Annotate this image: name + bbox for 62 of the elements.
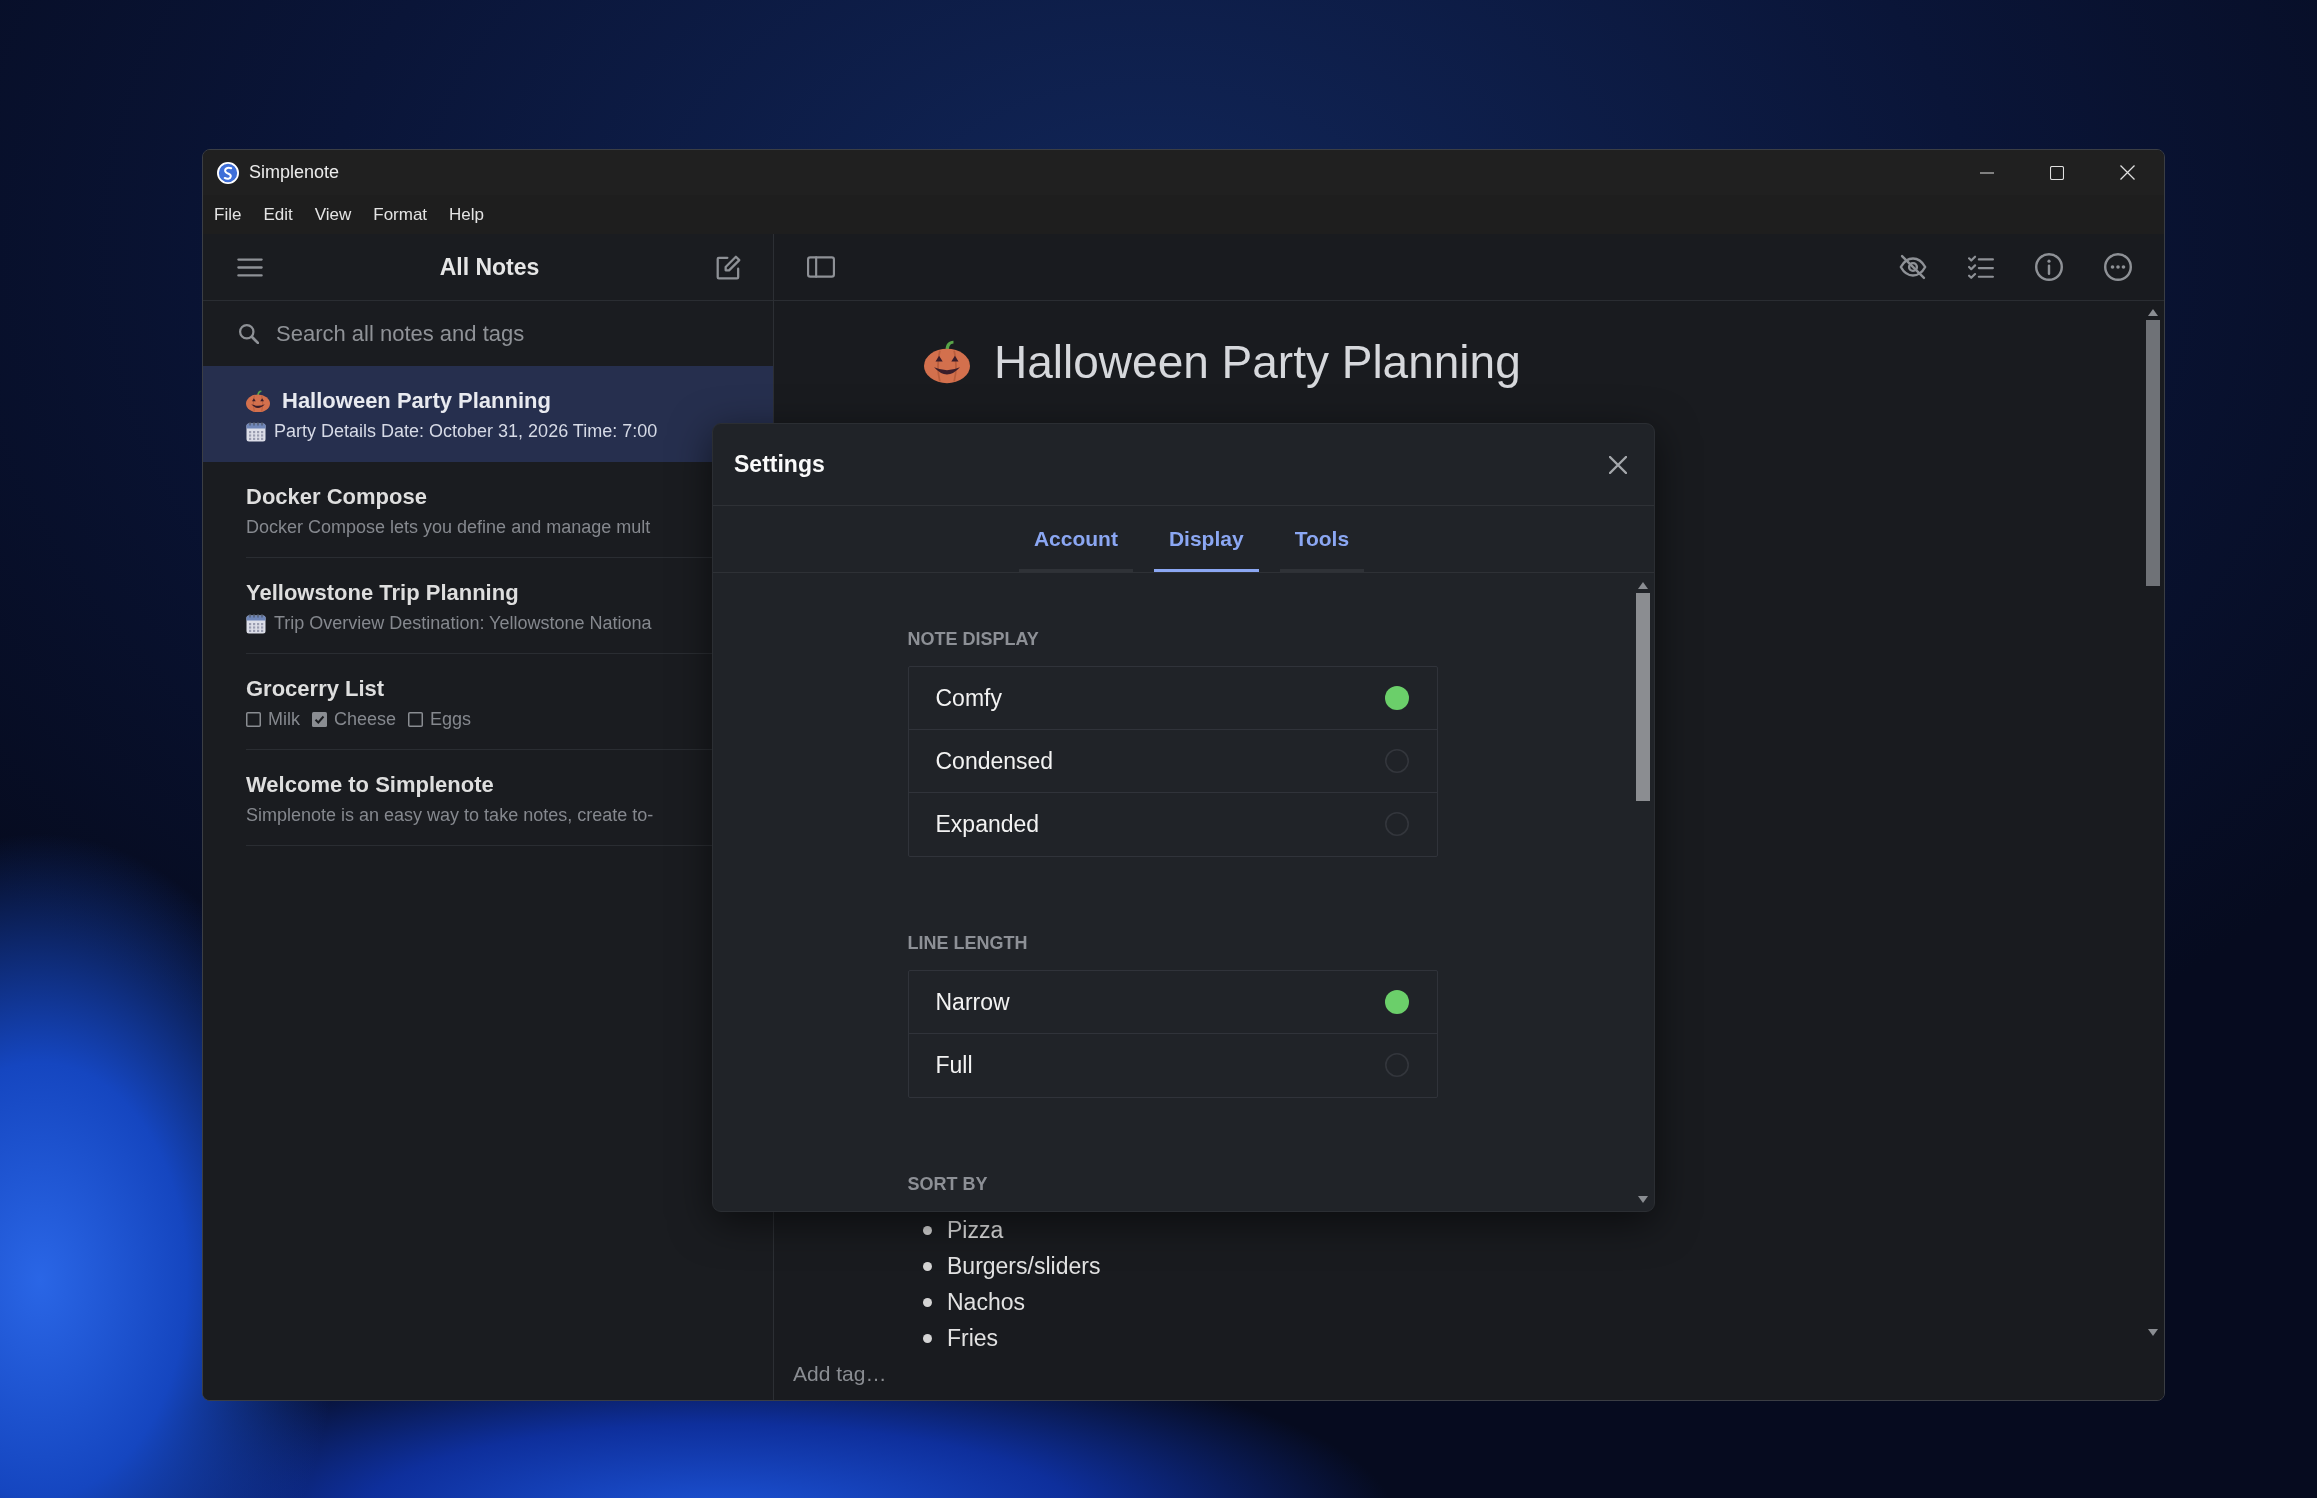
option-row[interactable]: Full xyxy=(908,1034,1437,1097)
sidebar-icon xyxy=(807,256,835,278)
search-icon xyxy=(239,323,259,344)
option-row[interactable]: Expanded xyxy=(908,793,1437,856)
scroll-up-icon[interactable] xyxy=(2148,309,2158,316)
maximize-icon xyxy=(2050,165,2064,180)
eye-slash-icon xyxy=(1899,254,1927,280)
bullet-icon xyxy=(923,1333,932,1343)
search-field[interactable]: Search all notes and tags xyxy=(276,316,733,351)
bullet-icon xyxy=(923,1297,932,1307)
scroll-up-icon[interactable] xyxy=(1638,582,1648,589)
checklist-item-text: Eggs xyxy=(430,709,472,730)
note-title: Yellowstone Trip Planning xyxy=(246,580,519,606)
minimize-icon xyxy=(1980,171,1994,174)
note-preview: Party Details Date: October 31, 2026 Time: 7:00 xyxy=(274,421,658,442)
scrollbar-thumb[interactable] xyxy=(1636,593,1650,801)
sidebar-title: All Notes xyxy=(438,253,541,281)
section-heading: SORT BY xyxy=(907,1174,989,1196)
close-icon xyxy=(1609,455,1627,474)
calendar-icon xyxy=(246,613,266,634)
section-heading: NOTE DISPLAY xyxy=(907,629,1040,651)
note-preview: Docker Compose lets you define and manage mult xyxy=(246,517,651,538)
note-title: Docker Compose xyxy=(246,484,427,510)
menu-item[interactable]: Format xyxy=(366,200,435,229)
note-preview: Simplenote is an easy way to take notes, create to- xyxy=(246,805,654,826)
option-row[interactable]: Narrow xyxy=(908,971,1437,1034)
menu-item[interactable]: Edit xyxy=(256,200,300,229)
note-heading: Halloween Party Planning xyxy=(994,335,1521,389)
calendar-icon xyxy=(246,421,266,442)
menu-icon xyxy=(237,257,263,277)
checklist-item-text: Cheese xyxy=(334,709,397,730)
close-icon xyxy=(2119,165,2135,180)
list-item-text: Fries xyxy=(947,1324,999,1352)
bullet-icon xyxy=(923,1261,932,1271)
more-icon xyxy=(2104,253,2132,281)
note-title: Welcome to Simplenote xyxy=(246,772,494,798)
tag-field[interactable]: Add tag… xyxy=(793,1358,1053,1390)
edit-icon xyxy=(716,254,741,280)
checklist-item-text: Milk xyxy=(268,709,300,730)
note-title: Halloween Party Planning xyxy=(282,388,551,414)
scroll-down-icon[interactable] xyxy=(1638,1196,1648,1203)
menu-item[interactable]: Help xyxy=(442,200,492,229)
note-title: Grocerry List xyxy=(246,676,385,702)
section-heading: LINE LENGTH xyxy=(907,933,1029,955)
list-item-text: Pizza xyxy=(947,1216,1004,1244)
menu-item[interactable]: File xyxy=(207,200,249,229)
checklist-icon xyxy=(1968,255,1994,279)
list-item-text: Nachos xyxy=(947,1288,1025,1316)
option-row[interactable]: Comfy xyxy=(908,667,1437,730)
app-logo-icon xyxy=(217,161,239,184)
option-row[interactable]: Condensed xyxy=(908,730,1437,793)
bullet-icon xyxy=(923,1225,932,1235)
note-preview: Trip Overview Destination: Yellowstone Nationa xyxy=(274,613,652,634)
info-icon xyxy=(2035,253,2063,281)
settings-tab[interactable]: Tools xyxy=(1279,508,1365,572)
list-item-text: Burgers/sliders xyxy=(947,1252,1101,1280)
scroll-down-icon[interactable] xyxy=(2148,1329,2158,1336)
window-title: Simplenote xyxy=(249,162,340,183)
settings-tab[interactable]: Display xyxy=(1153,508,1259,572)
settings-tab[interactable]: Account xyxy=(1018,508,1133,572)
scrollbar-thumb[interactable] xyxy=(2146,320,2160,586)
menu-item[interactable]: View xyxy=(307,200,359,229)
